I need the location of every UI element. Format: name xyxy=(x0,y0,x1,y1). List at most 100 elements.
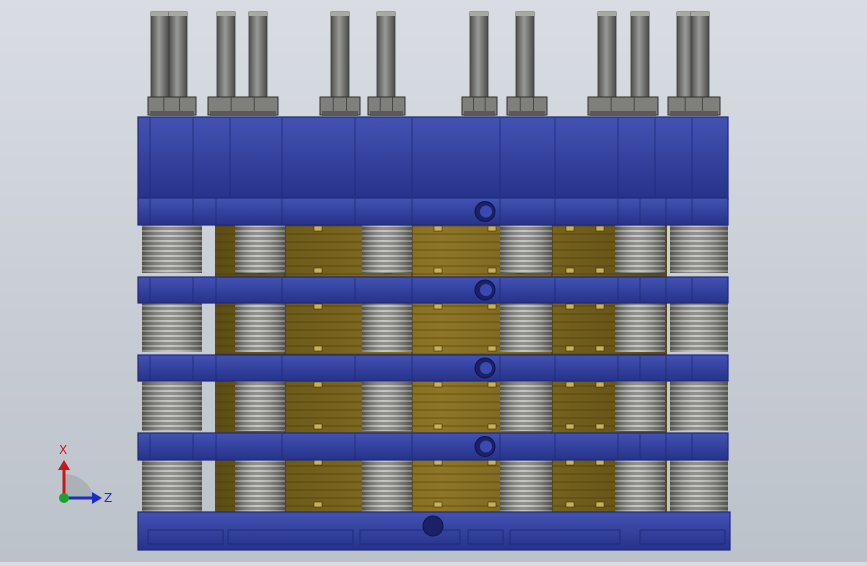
stud-bolt-tip xyxy=(631,12,649,16)
stud-bolt xyxy=(168,11,188,103)
stud-bolt xyxy=(248,11,268,103)
x-axis-arrowhead xyxy=(58,460,70,470)
core-fastener xyxy=(565,381,575,388)
stud-bolt xyxy=(150,11,170,103)
core-fastener xyxy=(313,345,323,352)
spring-shading xyxy=(362,225,412,273)
bolt-layer xyxy=(147,11,721,116)
washer xyxy=(509,111,545,116)
spring-shading xyxy=(235,303,285,352)
spring-shading xyxy=(615,460,665,512)
core-fastener xyxy=(433,225,443,232)
core-fastener xyxy=(487,225,497,232)
orientation-triad[interactable]: X Z xyxy=(50,440,120,510)
spring-shading xyxy=(670,460,728,512)
spring-shading xyxy=(142,225,202,273)
core-fastener xyxy=(433,423,443,430)
stud-bolt xyxy=(630,11,650,103)
press-assembly-model[interactable] xyxy=(0,0,867,562)
core-fastener xyxy=(595,225,605,232)
stud-bolt xyxy=(690,11,710,103)
core-fastener xyxy=(595,345,605,352)
spring-shading xyxy=(615,225,665,273)
stud-bolt-tip xyxy=(377,12,395,16)
core-fastener xyxy=(595,381,605,388)
stud-bolt xyxy=(216,11,236,103)
core-fastener xyxy=(595,303,605,310)
stud-bolt xyxy=(469,11,489,103)
spring-shading xyxy=(670,225,728,273)
spring-shading xyxy=(615,381,665,431)
core-fastener xyxy=(565,423,575,430)
clamp-plate-4 xyxy=(137,432,729,461)
spring-shading xyxy=(235,225,285,273)
washer xyxy=(464,111,495,116)
top-plate xyxy=(137,116,729,201)
stud-bolt-tip xyxy=(331,12,349,16)
spring-shading xyxy=(142,460,202,512)
core-fastener xyxy=(313,501,323,508)
spring-shading xyxy=(670,303,728,352)
core-fastener xyxy=(313,459,323,466)
spring-shading xyxy=(362,381,412,431)
z-axis-label: Z xyxy=(104,491,112,505)
core-fastener xyxy=(595,501,605,508)
stud-bolt xyxy=(330,11,350,103)
triad-arc xyxy=(64,473,94,498)
core-fastener xyxy=(433,267,443,274)
core-fastener xyxy=(595,459,605,466)
spring-shading xyxy=(235,460,285,512)
clamp-plate-3 xyxy=(137,354,729,382)
core-fastener xyxy=(487,459,497,466)
stud-bolt-tip xyxy=(217,12,235,16)
core-fastener xyxy=(433,501,443,508)
washer xyxy=(150,111,194,116)
core-fastener xyxy=(433,381,443,388)
clamp-plate-2 xyxy=(137,276,729,304)
core-fastener xyxy=(433,345,443,352)
core-fastener xyxy=(487,345,497,352)
base-plate-hole xyxy=(422,515,444,537)
stud-bolt-tip xyxy=(169,12,187,16)
core-fastener xyxy=(487,423,497,430)
washer xyxy=(322,111,358,116)
plate-hole-inner xyxy=(480,205,492,218)
core-fastener xyxy=(565,303,575,310)
core-fastener xyxy=(487,381,497,388)
core-fastener xyxy=(487,267,497,274)
spring-shading xyxy=(500,381,552,431)
clamp-plate-1 xyxy=(137,197,729,226)
x-axis-label: X xyxy=(59,443,67,457)
spring-shading xyxy=(500,460,552,512)
spring-shading xyxy=(235,381,285,431)
core-fastener xyxy=(565,225,575,232)
core-fastener xyxy=(565,459,575,466)
core-fastener xyxy=(595,267,605,274)
stud-bolt-tip xyxy=(470,12,488,16)
stud-bolt xyxy=(376,11,396,103)
core-fastener xyxy=(565,267,575,274)
washer xyxy=(670,111,718,116)
plate-hole-inner xyxy=(480,440,492,453)
core-fastener xyxy=(433,303,443,310)
spring-shading xyxy=(500,303,552,352)
core-fastener xyxy=(313,267,323,274)
core-fastener xyxy=(565,345,575,352)
y-axis-dot xyxy=(59,493,69,503)
spring-shading xyxy=(142,303,202,352)
cad-viewport[interactable]: X Z xyxy=(0,0,867,562)
core-fastener xyxy=(313,381,323,388)
plate-hole-inner xyxy=(480,362,492,374)
stud-bolt-tip xyxy=(691,12,709,16)
core-fastener xyxy=(487,303,497,310)
core-fastener xyxy=(487,501,497,508)
plate-hole-inner xyxy=(480,284,492,296)
washer xyxy=(210,111,276,116)
stud-bolt xyxy=(597,11,617,103)
stud-bolt-tip xyxy=(151,12,169,16)
core-fastener xyxy=(565,501,575,508)
core-fastener xyxy=(433,459,443,466)
spring-shading xyxy=(615,303,665,352)
spring-shading xyxy=(142,381,202,431)
stud-bolt-tip xyxy=(598,12,616,16)
